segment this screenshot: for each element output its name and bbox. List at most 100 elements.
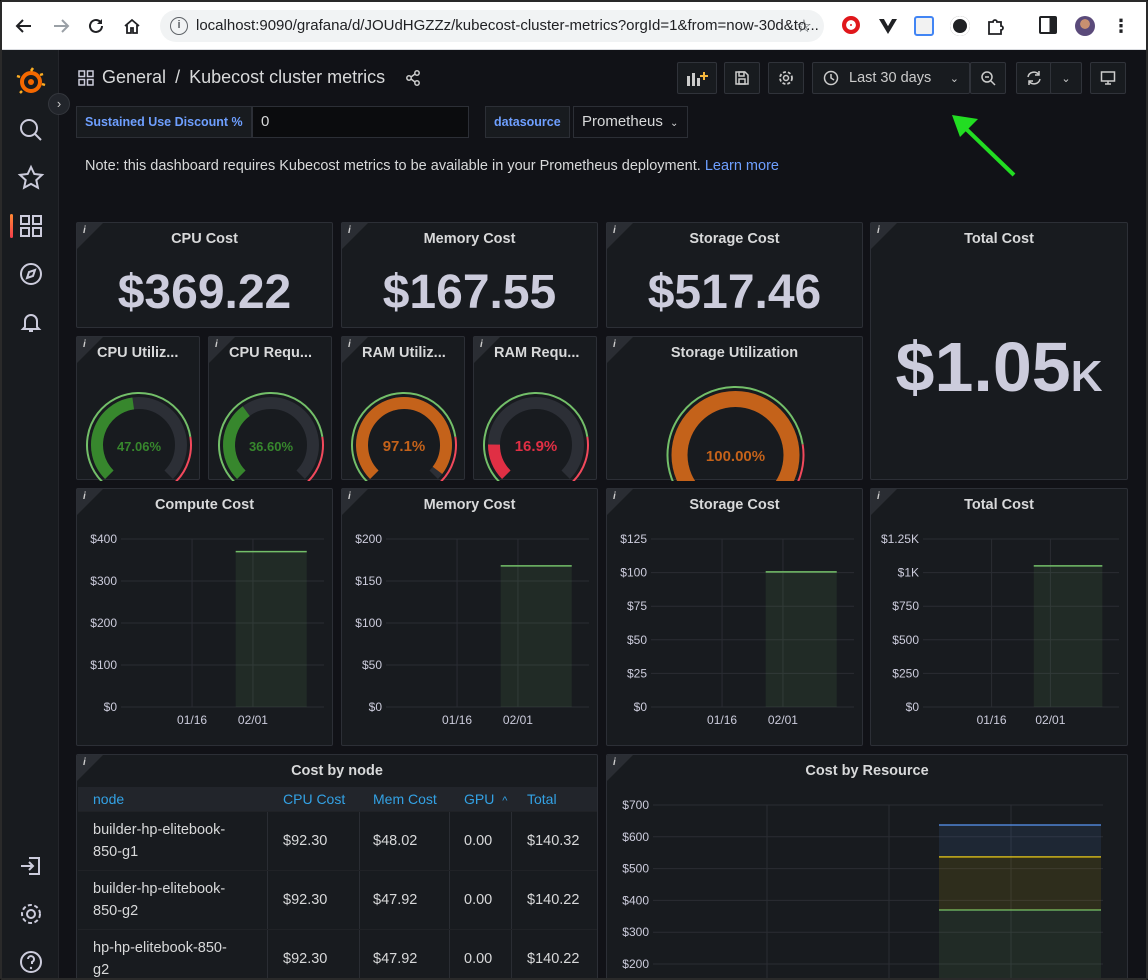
- x-tick-label: 02/01: [1035, 713, 1065, 727]
- opera-extension-icon[interactable]: [842, 16, 860, 34]
- chevron-down-icon: ⌄: [949, 72, 959, 85]
- gear-icon: [779, 71, 793, 85]
- extensions-puzzle-icon[interactable]: [986, 16, 1006, 36]
- cell-gpu: 0.00: [464, 951, 493, 967]
- column-divider: [449, 930, 450, 978]
- gauge-fill: [671, 391, 800, 481]
- home-icon[interactable]: [118, 12, 146, 40]
- back-icon[interactable]: [10, 12, 38, 40]
- cell-total: $140.22: [527, 951, 580, 967]
- datasource-variable-label: datasource: [485, 106, 570, 138]
- discount-input[interactable]: 0: [252, 106, 469, 138]
- column-header-gpu[interactable]: GPU ^: [464, 787, 507, 811]
- column-header-node[interactable]: node: [93, 787, 124, 811]
- forward-icon[interactable]: [47, 12, 75, 40]
- time-picker-button[interactable]: Last 30 days ⌄: [812, 62, 970, 94]
- annotation-arrow: [952, 115, 1016, 177]
- site-info-icon[interactable]: i: [170, 17, 188, 35]
- stat-value: $167.55: [382, 266, 557, 319]
- stat-unit: K: [1070, 352, 1103, 401]
- monitor-icon: [1100, 71, 1116, 85]
- y-tick-label: $750: [892, 599, 919, 613]
- datasource-value: Prometheus: [582, 113, 663, 130]
- column-divider: [359, 812, 360, 870]
- column-divider: [511, 812, 512, 870]
- zoom-out-button[interactable]: [970, 62, 1006, 94]
- explore-compass-icon[interactable]: [16, 259, 46, 289]
- cell-mem-cost: $47.92: [373, 951, 418, 967]
- grafana-logo-icon[interactable]: [16, 67, 46, 97]
- cell-total: $140.32: [527, 833, 580, 849]
- alerting-bell-icon[interactable]: [16, 307, 46, 337]
- gauge-panel-ram-requests[interactable]: i RAM Requ... 16.9%: [473, 336, 597, 481]
- chart-panel-storage-cost[interactable]: i Storage Cost $0 $25 $50 $75 $100 $125 01/16 0…: [606, 488, 863, 746]
- column-header-mem-cost[interactable]: Mem Cost: [373, 787, 437, 811]
- address-bar[interactable]: i localhost:9090/grafana/d/JOUdHGZZz/kub…: [160, 10, 824, 42]
- search-icon[interactable]: [16, 115, 46, 145]
- chart-panel-total-cost[interactable]: i Total Cost $0 $250 $500 $750 $1K $1.25K 01/1…: [870, 488, 1128, 746]
- y-tick-label: $300: [90, 574, 117, 588]
- cell-gpu: 0.00: [464, 833, 493, 849]
- bookmark-star-icon[interactable]: ☆: [796, 10, 812, 42]
- breadcrumb-folder[interactable]: General: [102, 67, 166, 87]
- color-picker-extension-icon[interactable]: [914, 16, 934, 36]
- table-row[interactable]: hp-hp-elitebook-850- g2 $92.30 $47.92 0.0…: [78, 929, 597, 978]
- area-band: [939, 856, 1101, 910]
- chart-panel-cost-by-resource[interactable]: i Cost by Resource $200 $300 $400 $500 $600 $…: [606, 754, 1128, 978]
- settings-extension-icon[interactable]: [950, 16, 970, 36]
- save-dashboard-button[interactable]: [724, 62, 760, 94]
- table-panel-cost-by-node[interactable]: i Cost by node node CPU Cost Mem Cost GP…: [76, 754, 598, 978]
- stat-panel-total-cost[interactable]: i Total Cost $1.05K: [870, 222, 1128, 480]
- reload-icon[interactable]: [82, 12, 110, 40]
- stat-panel-memory-cost[interactable]: i Memory Cost $167.55: [341, 222, 598, 328]
- chart-panel-memory-cost[interactable]: i Memory Cost $0 $50 $100 $150 $200 01/16 02/0…: [341, 488, 598, 746]
- panel-title: Total Cost: [964, 231, 1034, 247]
- profile-avatar[interactable]: [1075, 16, 1095, 36]
- sign-in-icon[interactable]: [16, 851, 46, 881]
- chevron-down-icon: ⌄: [670, 118, 679, 129]
- cell-cpu-cost: $92.30: [283, 951, 328, 967]
- gauge-value: 100.00%: [706, 448, 765, 465]
- datasource-select[interactable]: Prometheus ⌄: [573, 106, 688, 138]
- gauge-panel-cpu-utilization[interactable]: i CPU Utiliz... 47.06%: [76, 336, 200, 481]
- y-tick-label: $500: [892, 633, 919, 647]
- node-line-1: builder-hp-elitebook-: [93, 822, 226, 838]
- stat-panel-storage-cost[interactable]: i Storage Cost $517.46: [606, 222, 863, 328]
- stat-panel-cpu-cost[interactable]: i CPU Cost $369.22: [76, 222, 333, 328]
- dashboards-icon[interactable]: [16, 211, 46, 241]
- gauge-panel-storage-utilization[interactable]: i Storage Utilization 100.00%: [606, 336, 863, 481]
- vue-extension-icon[interactable]: [878, 16, 898, 36]
- gauge-value: 47.06%: [117, 439, 162, 454]
- refresh-button[interactable]: [1016, 62, 1052, 94]
- gauge-panel-ram-utilization[interactable]: i RAM Utiliz... 97.1%: [341, 336, 465, 481]
- column-header-cpu-cost[interactable]: CPU Cost: [283, 787, 345, 811]
- column-header-total[interactable]: Total: [527, 787, 557, 811]
- add-panel-button[interactable]: [677, 62, 717, 94]
- refresh-interval-dropdown[interactable]: ⌄: [1050, 62, 1082, 94]
- dashboard-title[interactable]: Kubecost cluster metrics: [189, 67, 385, 87]
- y-tick-label: $200: [90, 616, 117, 630]
- side-panel-icon[interactable]: [1039, 16, 1057, 34]
- node-line-1: builder-hp-elitebook-: [93, 881, 226, 897]
- chart-panel-compute-cost[interactable]: i Compute Cost $0 $100 $200 $300 $400 01/16 02…: [76, 488, 333, 746]
- settings-gear-icon[interactable]: [16, 899, 46, 929]
- panel-title: Cost by node: [291, 763, 383, 779]
- note-text: Note: this dashboard requires Kubecost m…: [85, 158, 701, 174]
- learn-more-link[interactable]: Learn more: [705, 158, 779, 174]
- cell-node: hp-hp-elitebook-850- g2: [93, 930, 263, 978]
- tv-mode-button[interactable]: [1090, 62, 1126, 94]
- active-indicator: [10, 214, 13, 238]
- gauge-panel-cpu-requests[interactable]: i CPU Requ... 36.60%: [208, 336, 332, 481]
- x-tick-label: 01/16: [177, 713, 207, 727]
- node-line-2: g2: [93, 962, 110, 978]
- table-row[interactable]: builder-hp-elitebook- 850-g2 $92.30 $47.9…: [78, 870, 597, 929]
- browser-menu-icon[interactable]: ⋮: [1107, 12, 1135, 40]
- cell-cpu-cost: $92.30: [283, 892, 328, 908]
- starred-icon[interactable]: [16, 163, 46, 193]
- help-icon[interactable]: [16, 947, 46, 977]
- y-tick-label: $125: [620, 532, 647, 546]
- dashboard-settings-button[interactable]: [768, 62, 804, 94]
- table-row[interactable]: builder-hp-elitebook- 850-g1 $92.30 $48.0…: [78, 811, 597, 870]
- share-icon[interactable]: [405, 70, 421, 91]
- y-tick-label: $600: [622, 830, 649, 844]
